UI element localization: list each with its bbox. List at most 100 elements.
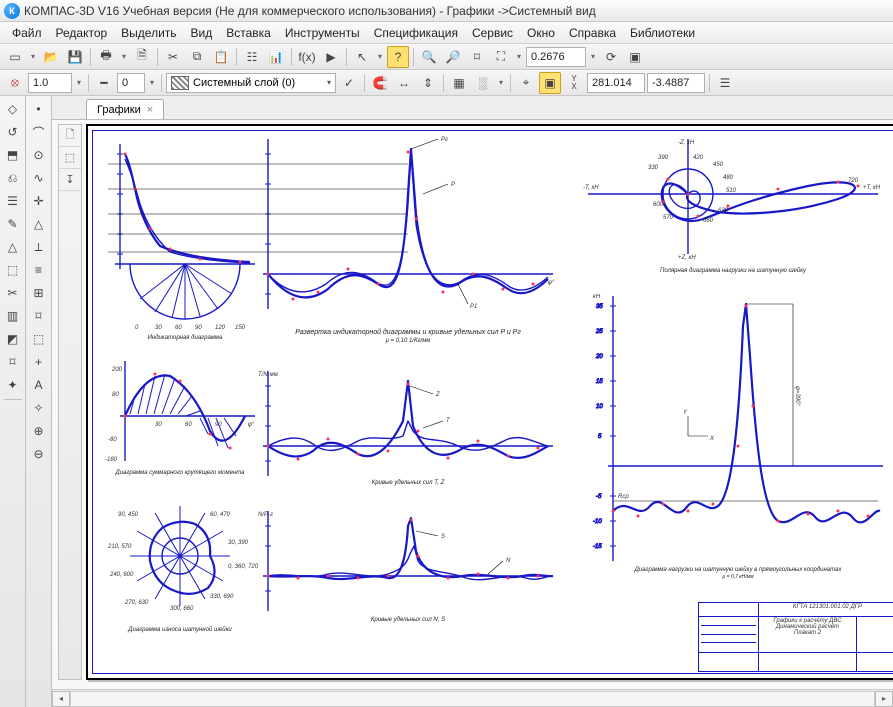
open-button[interactable]: 📂 [40,46,62,68]
preview-button[interactable]: 🗎 [131,46,153,68]
help-button[interactable]: ? [387,46,409,68]
svg-text:Y: Y [683,410,688,416]
paste-button[interactable]: 📋 [210,46,232,68]
snap-button[interactable]: ⌖ [515,72,537,94]
menu-service[interactable]: Сервис [466,24,519,42]
menu-help[interactable]: Справка [563,24,622,42]
scale-field[interactable]: 1.0 [28,73,72,93]
palette2-btn-7[interactable]: ≡ [28,259,50,281]
layer-combo[interactable]: Системный слой (0) ▾ [166,73,336,93]
horizontal-scrollbar[interactable]: ◂ ▸ [52,689,893,707]
step-field[interactable]: 0 [117,73,145,93]
palette2-btn-4[interactable]: ✛ [28,190,50,212]
new-button[interactable]: ▭ [4,46,26,68]
palette2-btn-14[interactable]: ⊕ [28,420,50,442]
zoom-fit-button[interactable]: ⛶ [490,46,512,68]
zoom-fit-dropdown[interactable]: ▾ [514,52,524,61]
palette2-btn-10[interactable]: ⬚ [28,328,50,350]
zoom-window-button[interactable]: ⌑ [466,46,488,68]
menu-select[interactable]: Выделить [115,24,182,42]
last-button[interactable]: ☰ [714,72,736,94]
palette1-btn-5[interactable]: ✎ [2,213,24,235]
palette2-btn-8[interactable]: ⊞ [28,282,50,304]
palette1-btn-3[interactable]: ⎌ [2,167,24,189]
save-button[interactable]: 💾 [64,46,86,68]
zoom-value-dropdown[interactable]: ▾ [588,52,598,61]
svg-text:30, 390: 30, 390 [228,540,249,546]
layer-states-button[interactable]: ✓ [338,72,360,94]
refresh-button[interactable]: ⟳ [600,46,622,68]
palette2-btn-5[interactable]: △ [28,213,50,235]
palette2-btn-13[interactable]: ✧ [28,397,50,419]
close-icon[interactable]: × [147,104,153,116]
scroll-right-button[interactable]: ▸ [875,691,893,707]
palette1-btn-12[interactable]: ✦ [2,374,24,396]
palette2-btn-12[interactable]: A [28,374,50,396]
grid2-button[interactable]: ░ [472,72,494,94]
separator [236,48,237,66]
zoom-in-button[interactable]: 🔍 [418,46,440,68]
palette1-btn-4[interactable]: ☰ [2,190,24,212]
menu-tools[interactable]: Инструменты [279,24,366,42]
ruler-btn-0[interactable]: 🗋 [59,125,81,147]
ruler-btn-2[interactable]: ↧ [59,169,81,191]
palette2-btn-3[interactable]: ∿ [28,167,50,189]
palette2-btn-6[interactable]: ⟂ [28,236,50,258]
canvas-viewport[interactable]: 🗋⬚↧ [52,120,893,689]
style-button[interactable]: ━ [93,72,115,94]
coord-toggle-button[interactable]: ▣ [539,72,561,94]
zoom-out-button[interactable]: 🔎 [442,46,464,68]
palette1-btn-10[interactable]: ◩ [2,328,24,350]
menu-spec[interactable]: Спецификация [368,24,464,42]
print-button[interactable]: 🖶 [95,46,117,68]
scroll-left-button[interactable]: ◂ [52,691,70,707]
magnet-button[interactable]: 🧲 [369,72,391,94]
zoom-value-field[interactable]: 0.2676 [526,47,586,67]
ruler-btn-1[interactable]: ⬚ [59,147,81,169]
copy-button[interactable]: ⧉ [186,46,208,68]
palette1-btn-0[interactable]: ◇ [2,98,24,120]
run-button[interactable]: ▶ [320,46,342,68]
xy-label-button[interactable]: YX [563,72,585,94]
variables-button[interactable]: 📊 [265,46,287,68]
palette2-btn-2[interactable]: ⊙ [28,144,50,166]
grid-button[interactable]: ▦ [448,72,470,94]
cursor-button[interactable]: ↖ [351,46,373,68]
svg-text:φ°: φ° [248,422,255,428]
properties-button[interactable]: ☷ [241,46,263,68]
print-dropdown[interactable]: ▾ [119,52,129,61]
palette1-btn-1[interactable]: ↺ [2,121,24,143]
palette2-btn-0[interactable]: • [28,98,50,120]
menu-view[interactable]: Вид [185,24,219,42]
palette2-btn-15[interactable]: ⊖ [28,443,50,465]
palette1-btn-7[interactable]: ⬚ [2,259,24,281]
fx-button[interactable]: f(x) [296,46,318,68]
step-dropdown[interactable]: ▾ [147,78,157,87]
palette2-btn-1[interactable]: ⌒ [28,121,50,143]
coord-y-field[interactable]: -3.4887 [647,73,705,93]
frame-button[interactable]: ▣ [624,46,646,68]
palette1-btn-6[interactable]: △ [2,236,24,258]
menu-file[interactable]: Файл [6,24,48,42]
grid-dropdown[interactable]: ▾ [496,78,506,87]
palette1-btn-9[interactable]: ▥ [2,305,24,327]
dim-h-button[interactable]: ↔ [393,72,415,94]
palette1-btn-8[interactable]: ✂ [2,282,24,304]
palette1-btn-11[interactable]: ⌑ [2,351,24,373]
scale-dropdown[interactable]: ▾ [74,78,84,87]
coord-x-field[interactable]: 281.014 [587,73,645,93]
cursor-dropdown[interactable]: ▾ [375,52,385,61]
menu-window[interactable]: Окно [521,24,561,42]
cut-button[interactable]: ✂ [162,46,184,68]
menu-libs[interactable]: Библиотеки [624,24,701,42]
scroll-track[interactable] [70,691,875,707]
stop-button[interactable]: ⦻ [4,72,26,94]
palette2-btn-11[interactable]: + [28,351,50,373]
palette1-btn-2[interactable]: ⬒ [2,144,24,166]
new-dropdown[interactable]: ▾ [28,52,38,61]
tab-grafiki[interactable]: Графики × [86,99,164,119]
menu-insert[interactable]: Вставка [220,24,277,42]
palette2-btn-9[interactable]: ⌑ [28,305,50,327]
menu-editor[interactable]: Редактор [50,24,114,42]
dim-v-button[interactable]: ⇕ [417,72,439,94]
